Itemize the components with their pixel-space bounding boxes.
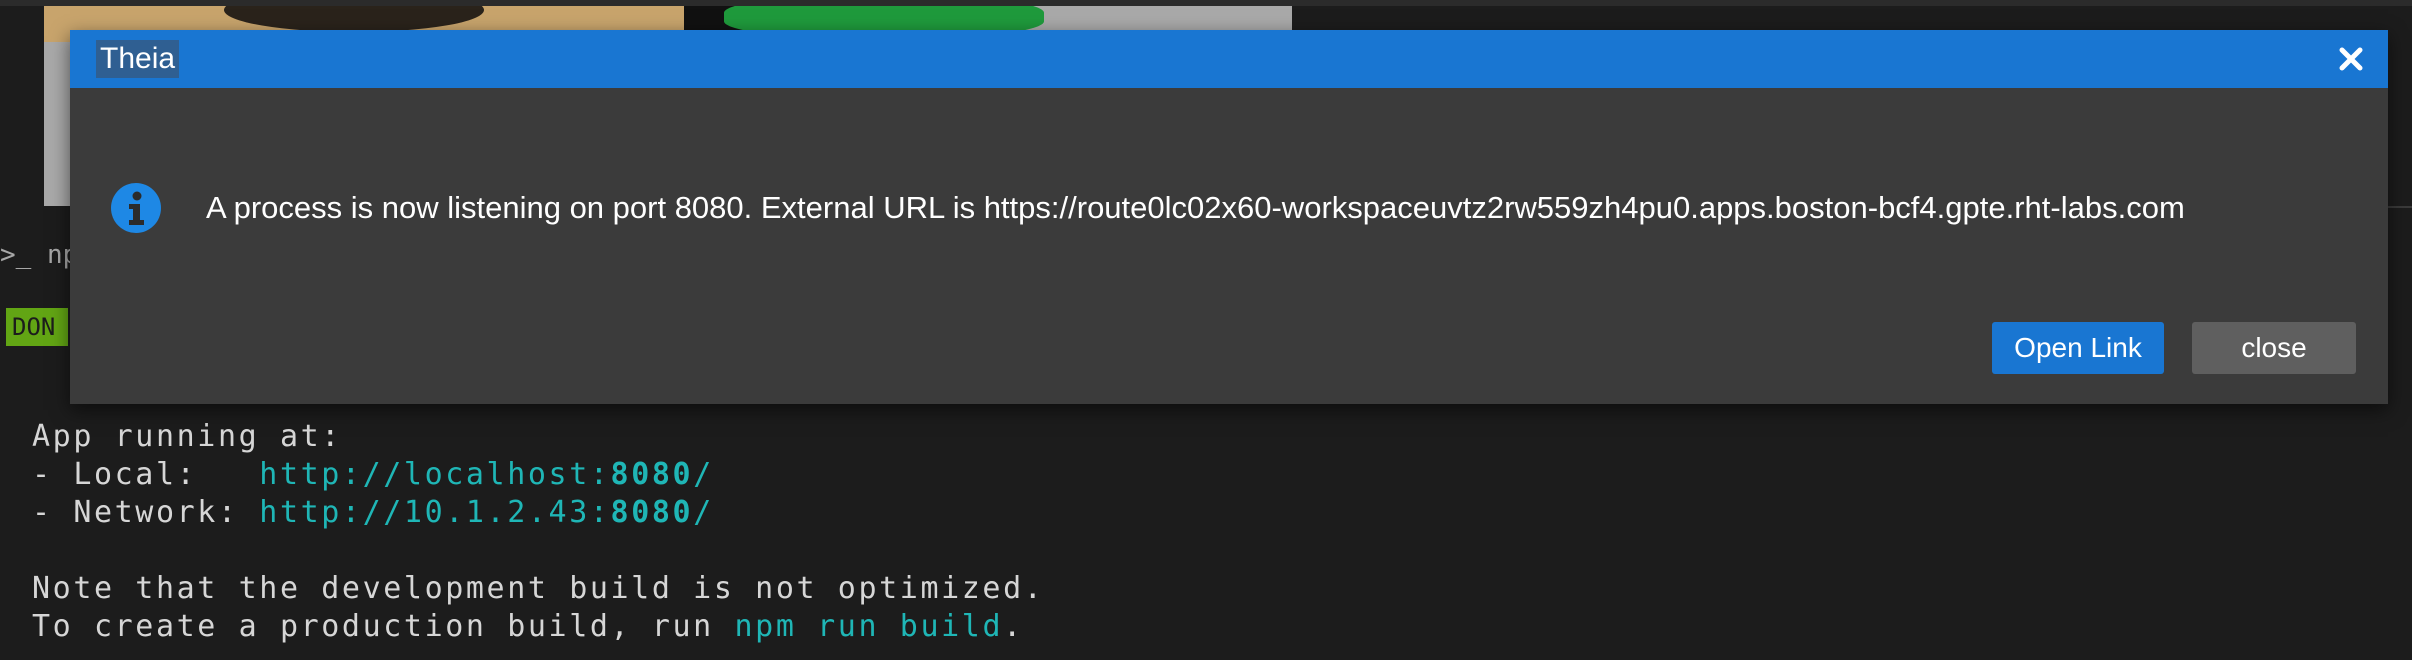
local-url-line: - Local: http://localhost:8080/ [32,456,2392,494]
theia-workspace: >_ np DON App running at: - Local: http:… [0,0,2412,660]
dialog-titlebar: Theia [70,30,2388,88]
local-url[interactable]: http://localhost: [259,457,610,492]
done-badge: DON [6,308,68,346]
terminal-output[interactable]: App running at: - Local: http://localhos… [32,418,2392,646]
network-port[interactable]: 8080 [611,495,694,530]
local-url-slash[interactable]: / [693,457,714,492]
info-icon [111,183,161,233]
app-running-line: App running at: [32,419,342,454]
terminal-tab-label[interactable]: >_ np [0,238,78,272]
production-build-line: To create a production build, run npm ru… [32,608,2392,646]
close-icon-glyph [2339,47,2363,71]
prod-suffix: . [1003,609,1024,644]
network-url-slash[interactable]: / [693,495,714,530]
network-url[interactable]: http://10.1.2.43: [259,495,610,530]
notification-dialog: Theia A process is now listening on port… [70,30,2388,404]
open-link-button[interactable]: Open Link [1992,322,2164,374]
network-url-line: - Network: http://10.1.2.43:8080/ [32,494,2392,532]
prod-prefix: To create a production build, run [32,609,735,644]
local-port[interactable]: 8080 [611,457,694,492]
dialog-message-row: A process is now listening on port 8080.… [110,178,2185,238]
local-label: - Local: [32,457,260,492]
close-button[interactable]: close [2192,322,2356,374]
dialog-message: A process is now listening on port 8080.… [206,190,2185,225]
note-line: Note that the development build is not o… [32,571,1045,606]
close-icon[interactable] [2332,40,2370,78]
dialog-title: Theia [96,40,180,78]
prod-command: npm run build [734,609,1004,644]
network-label: - Network: [32,495,260,530]
